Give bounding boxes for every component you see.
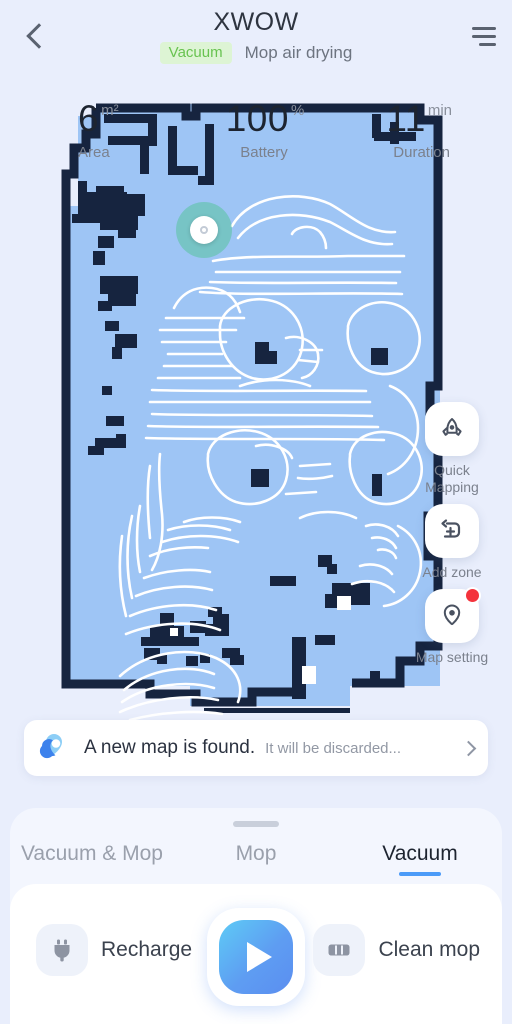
tab-vacuum-label: Vacuum: [382, 842, 458, 865]
quick-mapping-fab[interactable]: [425, 402, 479, 456]
tab-active-underline: [399, 872, 441, 876]
banner-title: A new map is found.: [84, 737, 256, 758]
bottom-action-bar: Recharge Clean mop: [10, 884, 502, 1024]
tab-mop-label: Mop: [235, 842, 277, 865]
start-button[interactable]: [207, 908, 305, 1006]
robot-position-marker: [176, 202, 232, 258]
map-setting-notification-dot: [464, 587, 481, 604]
map-tools-panel: Quick Mapping Add zone Map setting: [406, 402, 498, 666]
add-zone-fab[interactable]: [425, 504, 479, 558]
app-header: XWOW Vacuum Mop air drying: [0, 0, 512, 86]
recharge-icon-wrap: [36, 924, 88, 976]
map-pin-icon: [443, 604, 461, 625]
menu-line-3: [479, 42, 496, 46]
menu-line-1: [472, 26, 496, 30]
start-button-inner[interactable]: [219, 920, 293, 994]
recharge-label: Recharge: [101, 938, 193, 961]
header-status-row: Vacuum Mop air drying: [0, 42, 512, 64]
sheet-drag-handle[interactable]: [233, 821, 279, 827]
add-zone-label: Add zone: [422, 564, 482, 580]
map-setting-label: Map setting: [415, 649, 489, 665]
hamburger-menu-icon[interactable]: [456, 16, 496, 56]
play-icon: [246, 942, 272, 972]
mop-pad-icon: [328, 944, 350, 956]
tab-vacuum-and-mop[interactable]: Vacuum & Mop: [10, 842, 174, 876]
tab-vacuum[interactable]: Vacuum: [338, 842, 502, 876]
page-title: XWOW: [213, 8, 299, 36]
add-zone-button[interactable]: Add zone: [406, 504, 498, 581]
tab-vacuum-and-mop-label: Vacuum & Mop: [20, 842, 163, 865]
chevron-right-icon[interactable]: [460, 740, 477, 756]
mode-tabs: Vacuum & Mop Mop Vacuum: [10, 832, 502, 886]
status-mop-air-drying: Mop air drying: [244, 43, 353, 62]
quick-mapping-label: Quick Mapping: [425, 462, 479, 495]
new-map-icon: [39, 734, 62, 759]
quick-mapping-button[interactable]: Quick Mapping: [406, 402, 498, 496]
clean-mop-label: Clean mop: [378, 938, 480, 961]
app-root: XWOW Vacuum Mop air drying 6 m² Area 100…: [0, 0, 512, 1024]
status-badge-vacuum: Vacuum: [159, 42, 232, 64]
add-zone-icon: [441, 519, 461, 538]
menu-line-2: [472, 34, 496, 38]
map-setting-button[interactable]: Map setting: [406, 587, 498, 666]
banner-subtitle: It will be discarded...: [265, 739, 402, 757]
robot-center-dot: [200, 226, 208, 234]
recharge-button[interactable]: Recharge: [36, 924, 192, 976]
new-map-banner[interactable]: A new map is found. It will be discarded…: [24, 720, 488, 776]
map-setting-fab[interactable]: [425, 587, 481, 643]
quick-mapping-icon: [442, 418, 462, 436]
map-bottom-bar: [204, 708, 350, 713]
power-plug-icon: [54, 939, 70, 962]
clean-mop-icon-wrap: [313, 924, 366, 976]
clean-mop-button[interactable]: Clean mop: [313, 924, 480, 976]
tab-mop[interactable]: Mop: [174, 842, 338, 876]
